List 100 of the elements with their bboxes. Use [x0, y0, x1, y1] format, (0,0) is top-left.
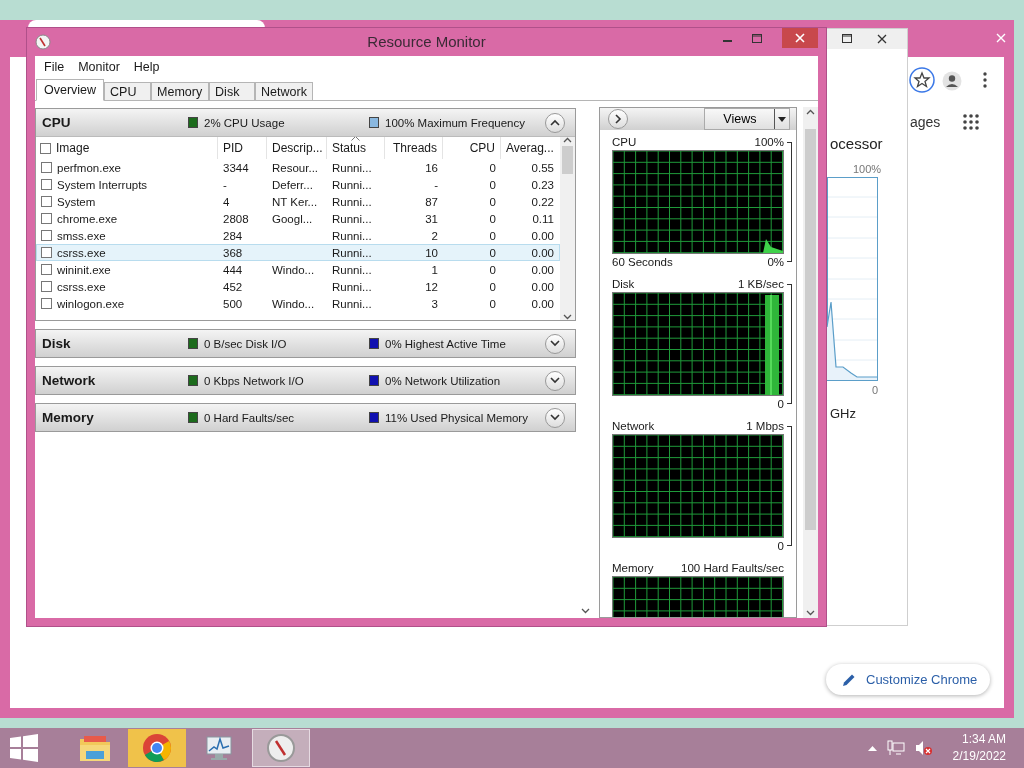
table-cell: perfmon.exe	[57, 161, 121, 174]
expand-button[interactable]	[545, 333, 566, 354]
table-cell: csrss.exe	[57, 280, 106, 293]
table-cell-text: 284	[222, 229, 244, 242]
link-text[interactable]: ages	[910, 114, 941, 130]
table-cell: System Interrupts	[57, 178, 148, 191]
checkbox[interactable]	[41, 213, 52, 224]
checkbox[interactable]	[41, 196, 52, 207]
column-header[interactable]: CPU	[442, 137, 500, 159]
column-header[interactable]: Descrip...	[266, 137, 326, 159]
menu-item[interactable]: File	[37, 60, 72, 74]
table-row[interactable]: System Interrupts - Deferr... Runni... - 0 0.23	[36, 176, 561, 193]
scroll-down-icon[interactable]	[806, 610, 816, 616]
scroll-down-icon[interactable]	[563, 314, 573, 320]
expand-button[interactable]	[545, 407, 566, 428]
table-cell-text: Runni...	[331, 195, 373, 208]
profile-icon[interactable]	[942, 71, 962, 91]
column-header[interactable]: Status	[326, 137, 384, 159]
close-icon[interactable]	[877, 34, 887, 44]
table-cell-text: 0.00	[530, 297, 555, 310]
checkbox[interactable]	[41, 162, 52, 173]
table-cell-text: 87	[424, 195, 439, 208]
table-cell-text: 0	[488, 297, 497, 310]
apps-grid-icon[interactable]	[963, 114, 979, 130]
chrome-icon	[142, 733, 172, 763]
chevron-right-icon	[614, 114, 622, 124]
checkbox[interactable]	[41, 247, 52, 258]
graph-max-label: 1 KB/sec	[737, 278, 784, 290]
collapse-button[interactable]	[545, 112, 566, 133]
scroll-thumb[interactable]	[805, 129, 817, 530]
checkbox[interactable]	[41, 298, 52, 309]
column-header[interactable]: Averag...	[500, 137, 558, 159]
scroll-up-icon[interactable]	[806, 109, 816, 115]
muted-speaker-icon[interactable]	[914, 740, 933, 756]
section-title: Memory	[42, 410, 95, 425]
table-cell-text: 444	[222, 263, 244, 276]
table-row[interactable]: perfmon.exe 3344 Resour... Runni... 16 0 0.55	[36, 159, 561, 176]
taskbar-button[interactable]	[128, 729, 186, 767]
menu-icon[interactable]	[983, 72, 987, 88]
section-header[interactable]: Memory 0 Hard Faults/sec 11% Used Physical Memory	[36, 404, 576, 431]
table-row[interactable]: csrss.exe 452 Runni... 12 0 0.00	[36, 278, 561, 295]
table-cell-text: 0	[488, 161, 497, 174]
checkbox[interactable]	[41, 281, 52, 292]
collapse-icon	[550, 119, 561, 126]
tab[interactable]: Network	[255, 82, 313, 100]
checkbox[interactable]	[41, 230, 52, 241]
stat-text: 0 B/sec Disk I/O	[204, 337, 287, 350]
checkbox[interactable]	[41, 264, 52, 275]
checkbox[interactable]	[41, 179, 52, 190]
checkbox[interactable]	[40, 142, 51, 154]
section-header[interactable]: CPU 2% CPU Usage 100% Maximum Frequency	[36, 109, 576, 136]
windows-icon[interactable]	[10, 734, 38, 762]
graph-min-label: 0%	[767, 256, 784, 268]
table-cell-text: 1	[430, 263, 439, 276]
tab[interactable]: CPU	[104, 82, 152, 100]
table-cell-text: 0	[488, 212, 497, 225]
section-header[interactable]: Disk 0 B/sec Disk I/O 0% Highest Active Time	[36, 330, 576, 357]
scroll-up-icon[interactable]	[563, 137, 573, 143]
expand-button[interactable]	[545, 370, 566, 391]
axis-label: 0	[872, 384, 879, 396]
table-cell-text: Deferr...	[271, 178, 314, 191]
tab[interactable]: Disk	[209, 82, 256, 100]
scroll-down-icon[interactable]	[581, 608, 590, 614]
scroll-thumb[interactable]	[562, 146, 574, 174]
column-header[interactable]: Image	[56, 137, 90, 159]
table-cell-text: 2	[430, 229, 439, 242]
tab[interactable]: Memory	[151, 82, 210, 100]
close-button[interactable]	[782, 28, 818, 48]
table-cell-text: 0.00	[530, 229, 555, 242]
expand-button[interactable]	[608, 109, 628, 129]
section-title: Disk	[42, 336, 72, 351]
table-row[interactable]: System 4 NT Ker... Runni... 87 0 0.22	[36, 193, 561, 210]
table-row[interactable]: winlogon.exe 500 Windo... Runni... 3 0 0.00	[36, 295, 561, 312]
section-header[interactable]: Network 0 Kbps Network I/O 0% Network Utilization	[36, 367, 576, 394]
expand-icon	[550, 377, 561, 384]
maximize-icon[interactable]	[842, 34, 852, 43]
unit-label: GHz	[830, 406, 856, 421]
gauge-icon	[35, 34, 51, 50]
column-header[interactable]: PID	[217, 137, 266, 159]
menu-item[interactable]: Help	[126, 60, 167, 74]
graph-title: CPU	[612, 136, 637, 148]
graph-title: Memory	[612, 562, 654, 574]
table-cell-text: 16	[424, 161, 439, 174]
table-cell-text: 3	[430, 297, 439, 310]
table-row[interactable]: chrome.exe 2808 Googl... Runni... 31 0 0.11	[36, 210, 561, 227]
column-header[interactable]: Threads	[384, 137, 442, 159]
table-row[interactable]: wininit.exe 444 Windo... Runni... 1 0 0.00	[36, 261, 561, 278]
customize-button[interactable]: Customize Chrome	[826, 664, 990, 695]
tab[interactable]: Overview	[36, 79, 105, 101]
network-icon[interactable]	[886, 740, 905, 756]
table-cell-text: Runni...	[331, 280, 373, 293]
stat-text: 0 Hard Faults/sec	[204, 411, 295, 424]
table-cell-text: NT Ker...	[271, 195, 319, 208]
menu-item[interactable]: Monitor	[71, 60, 127, 74]
stat-text: 0% Highest Active Time	[385, 337, 506, 350]
views-button[interactable]: Views	[704, 108, 791, 130]
caret-up-icon[interactable]	[867, 745, 877, 751]
table-row[interactable]: smss.exe 284 Runni... 2 0 0.00	[36, 227, 561, 244]
table-row[interactable]: csrss.exe 368 Runni... 10 0 0.00	[36, 244, 561, 261]
taskbar-button[interactable]	[252, 729, 310, 767]
